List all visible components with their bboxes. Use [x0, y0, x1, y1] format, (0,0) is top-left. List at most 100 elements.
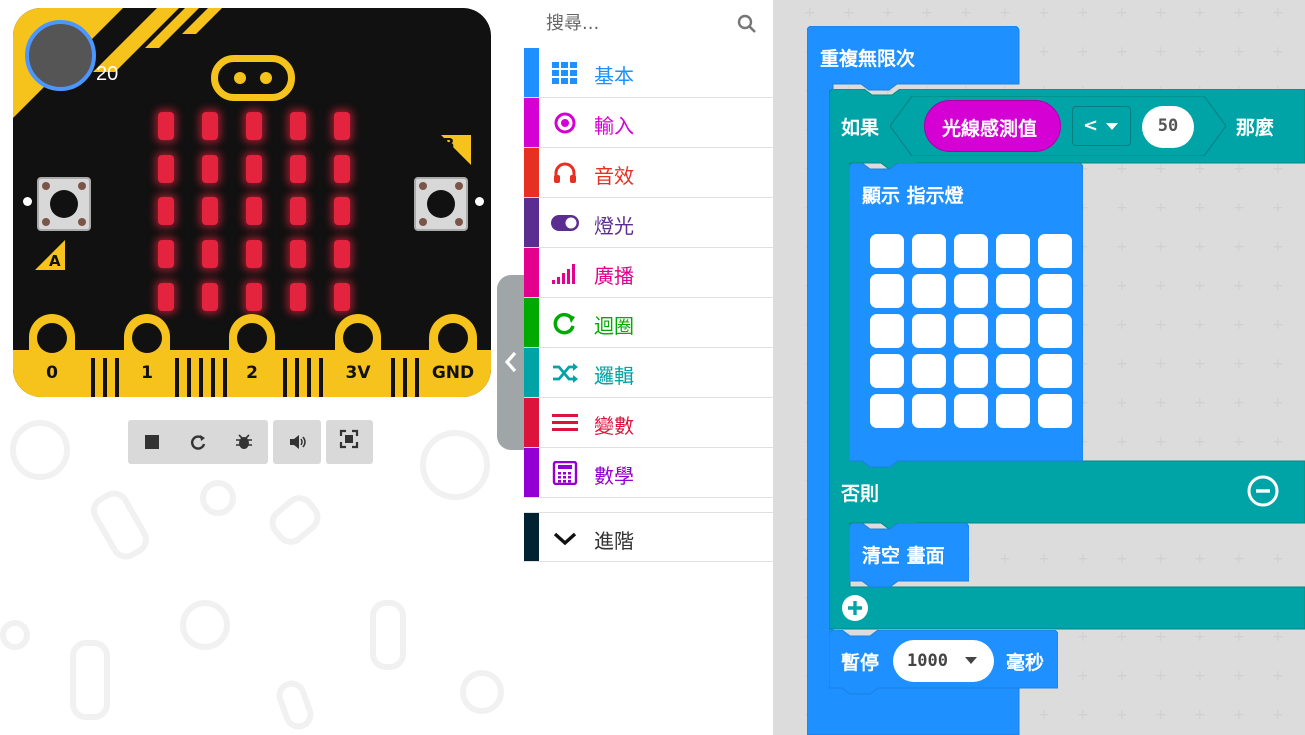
- headphones-icon: [551, 161, 579, 185]
- led-editor-cell[interactable]: [1038, 234, 1072, 268]
- operator-dropdown[interactable]: <: [1072, 106, 1131, 146]
- led-editor-cell[interactable]: [870, 234, 904, 268]
- pause-unit-label: 毫秒: [1006, 652, 1045, 674]
- grid-mark: +: [1116, 707, 1128, 723]
- connector-finger: [103, 358, 107, 397]
- button-b-cap: [427, 190, 455, 218]
- search-icon[interactable]: [737, 14, 757, 34]
- debug-icon[interactable]: [234, 432, 254, 452]
- led-editor-cell[interactable]: [996, 394, 1030, 428]
- dropdown-caret-icon: [965, 657, 977, 664]
- led-editor-cell[interactable]: [912, 234, 946, 268]
- button-screw: [42, 182, 50, 190]
- threshold-input[interactable]: 50: [1142, 106, 1194, 148]
- category-color-bar: [524, 98, 539, 147]
- background-decoration: [10, 420, 70, 480]
- category-7[interactable]: 變數: [524, 398, 774, 448]
- category-label: 數學: [594, 464, 634, 488]
- pin-1[interactable]: 1: [124, 314, 170, 397]
- category-1[interactable]: 輸入: [524, 98, 774, 148]
- led-editor-cell[interactable]: [954, 274, 988, 308]
- led-editor-cell[interactable]: [954, 354, 988, 388]
- category-label: 基本: [594, 64, 634, 88]
- grid-mark: +: [1038, 44, 1050, 60]
- pin-2[interactable]: 2: [229, 314, 275, 397]
- led-editor-cell[interactable]: [912, 274, 946, 308]
- collapse-simulator-button[interactable]: [497, 275, 525, 450]
- grid-mark: +: [1077, 668, 1089, 684]
- led-editor-cell[interactable]: [912, 314, 946, 348]
- fullscreen-icon[interactable]: [339, 429, 359, 449]
- pin-0[interactable]: 0: [29, 314, 75, 397]
- light-level-reporter-label: 光線感測值: [942, 118, 1038, 140]
- light-level-slider[interactable]: [25, 20, 96, 91]
- pin-label: 3V: [345, 363, 371, 383]
- category-3[interactable]: 燈光: [524, 198, 774, 248]
- grid-mark: +: [1233, 5, 1245, 21]
- grid-mark: +: [999, 5, 1011, 21]
- add-else-if-icon[interactable]: [840, 593, 870, 623]
- led-editor-cell[interactable]: [912, 354, 946, 388]
- toolbox-search: [524, 0, 774, 47]
- stop-icon[interactable]: [142, 432, 162, 452]
- grid-mark: +: [1077, 44, 1089, 60]
- category-2[interactable]: 音效: [524, 148, 774, 198]
- code-workspace[interactable]: + + + + + + + + + + + + + + + + + + + + + + + + + + + + + + + + + + + + + + + +…: [774, 0, 1305, 735]
- category-color-bar: [524, 298, 539, 347]
- grid-mark: +: [1233, 707, 1245, 723]
- logo-touch-sensor[interactable]: [211, 55, 295, 101]
- grid-mark: +: [1155, 668, 1167, 684]
- background-decoration: [262, 488, 328, 552]
- light-level-reporter[interactable]: 光線感測值: [924, 100, 1061, 152]
- connector-finger: [211, 358, 215, 397]
- grid-mark: +: [1233, 44, 1245, 60]
- search-input[interactable]: [544, 10, 734, 36]
- button-b[interactable]: [414, 177, 468, 231]
- led: [202, 112, 218, 140]
- led-editor-cell[interactable]: [870, 274, 904, 308]
- led-editor-cell[interactable]: [1038, 274, 1072, 308]
- grid-mark: +: [1272, 44, 1284, 60]
- category-6[interactable]: 邏輯: [524, 348, 774, 398]
- category-5[interactable]: 迴圈: [524, 298, 774, 348]
- toggle-icon: [551, 211, 579, 235]
- category-advanced[interactable]: 進階: [524, 512, 774, 562]
- calculator-icon: [551, 460, 579, 486]
- led-editor-cell[interactable]: [996, 274, 1030, 308]
- connector-finger: [295, 358, 299, 397]
- category-color-bar: [524, 398, 539, 447]
- simulator-panel: A B 0 1 2 3V GND 20: [0, 0, 524, 735]
- grid-mark: +: [1155, 629, 1167, 645]
- led-editor-cell[interactable]: [912, 394, 946, 428]
- category-0[interactable]: 基本: [524, 48, 774, 98]
- led-editor-cell[interactable]: [954, 234, 988, 268]
- category-label: 音效: [594, 164, 634, 188]
- led-editor-cell[interactable]: [1038, 314, 1072, 348]
- shuffle-icon: [551, 361, 579, 385]
- category-8[interactable]: 數學: [524, 448, 774, 498]
- grid-mark: +: [1155, 707, 1167, 723]
- led-editor-cell[interactable]: [954, 394, 988, 428]
- led: [158, 197, 174, 225]
- led-editor-cell[interactable]: [996, 314, 1030, 348]
- logo-dot: [260, 72, 272, 84]
- then-label: 那麼: [1236, 117, 1275, 139]
- led-editor-cell[interactable]: [954, 314, 988, 348]
- button-a[interactable]: [37, 177, 91, 231]
- led-editor-cell[interactable]: [870, 354, 904, 388]
- led-editor-cell[interactable]: [996, 354, 1030, 388]
- led-editor-cell[interactable]: [1038, 394, 1072, 428]
- led-editor-cell[interactable]: [870, 394, 904, 428]
- remove-else-icon[interactable]: [1246, 474, 1280, 508]
- led-editor-cell[interactable]: [870, 314, 904, 348]
- restart-icon[interactable]: [188, 432, 208, 452]
- category-4[interactable]: 廣播: [524, 248, 774, 298]
- forever-label: 重複無限次: [820, 48, 916, 70]
- background-decoration: [180, 600, 230, 650]
- mute-icon[interactable]: [287, 432, 307, 452]
- pause-duration-dropdown[interactable]: 1000: [893, 640, 994, 682]
- light-level-value: 20: [96, 63, 119, 85]
- led-editor-cell[interactable]: [1038, 354, 1072, 388]
- led-editor-cell[interactable]: [996, 234, 1030, 268]
- grid-mark: +: [1077, 5, 1089, 21]
